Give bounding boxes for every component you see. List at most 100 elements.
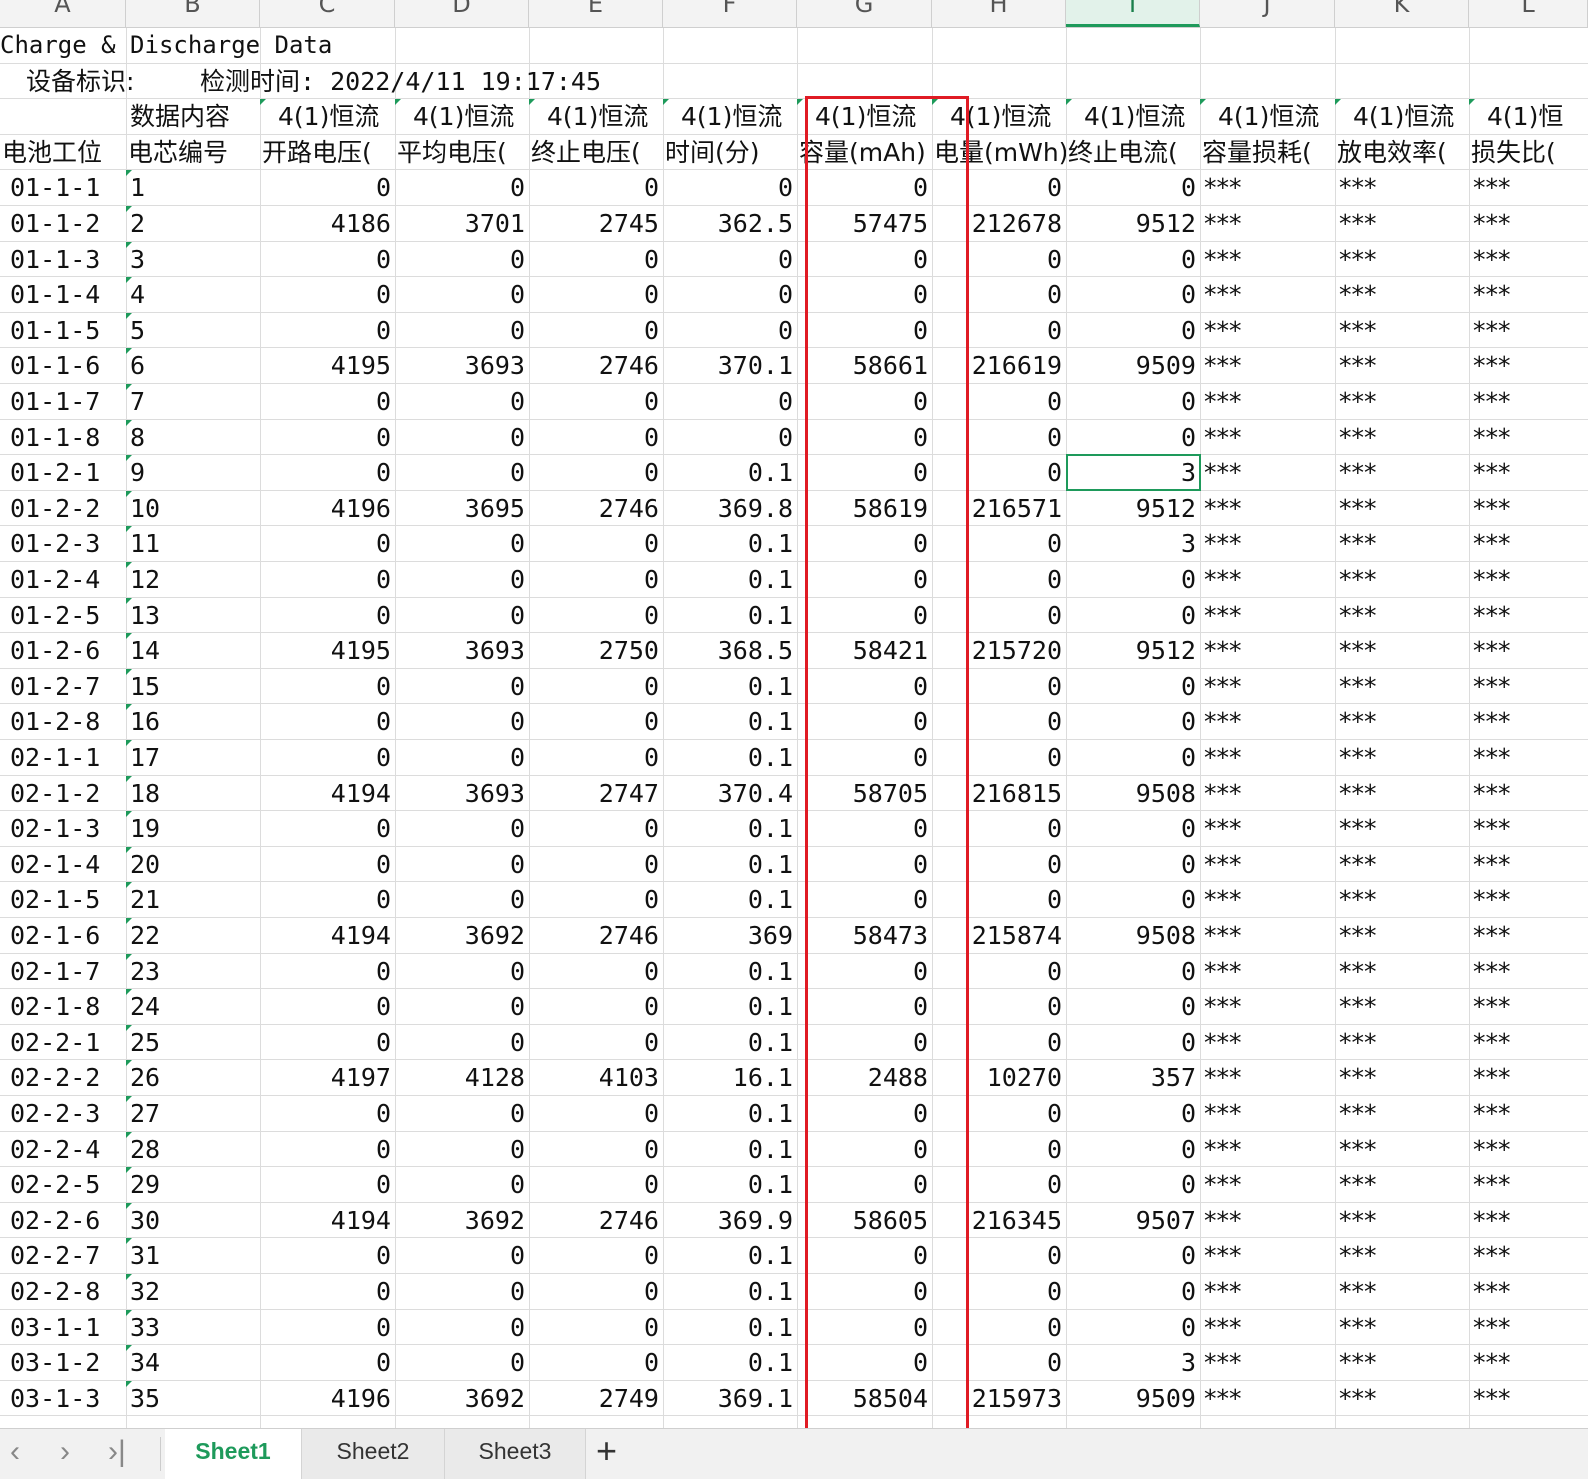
cell[interactable]: 2746 [529,491,663,527]
cell[interactable]: 4128 [395,1060,529,1096]
cell[interactable]: 26 [126,1060,260,1096]
cell[interactable]: 9509 [1066,348,1200,384]
cell[interactable]: 0 [395,989,529,1025]
cell[interactable]: *** [1335,562,1469,598]
cell[interactable]: 24 [126,989,260,1025]
cell[interactable]: *** [1469,882,1588,918]
cell[interactable]: *** [1469,420,1588,456]
cell[interactable]: 0.1 [663,1310,797,1346]
cell[interactable]: *** [1469,740,1588,776]
header1-cell[interactable]: 4(1)恒流 [1200,99,1335,135]
cell[interactable]: *** [1335,242,1469,278]
cell[interactable]: 31 [126,1238,260,1274]
cell[interactable]: 28 [126,1131,260,1168]
cell[interactable]: *** [1469,918,1588,954]
cell[interactable]: 0 [260,242,395,278]
cell[interactable]: *** [1200,740,1335,776]
cell[interactable]: 20 [126,846,260,883]
cell[interactable]: 0 [529,562,663,598]
cell[interactable]: 27 [126,1096,260,1132]
cell[interactable]: 01-1-1 [0,170,126,206]
cell[interactable]: 0 [395,1132,529,1168]
cell[interactable]: *** [1335,847,1469,883]
cell[interactable]: *** [1335,1132,1469,1168]
cell[interactable]: *** [1469,206,1588,242]
cell[interactable]: 0 [1066,562,1200,598]
cell[interactable]: *** [1200,776,1335,812]
cell[interactable]: *** [1469,633,1588,669]
cell[interactable]: 02-2-7 [0,1238,126,1274]
tab-sheet3[interactable]: Sheet3 [445,1429,586,1479]
cell[interactable]: 0 [260,704,395,740]
cell[interactable]: 0 [260,1238,395,1274]
cell[interactable]: 0 [529,526,663,562]
cell[interactable]: 01-1-4 [0,277,126,313]
cell[interactable]: 0 [1066,1238,1200,1274]
cell[interactable]: 01-2-3 [0,526,126,562]
cell[interactable]: 3693 [395,776,529,812]
column-header-a[interactable]: A [0,0,126,27]
cell[interactable]: *** [1200,1167,1335,1203]
cell[interactable]: 0 [395,847,529,883]
cell[interactable]: 19 [126,811,260,847]
cell[interactable]: 0.1 [663,1096,797,1132]
cell[interactable]: 02-1-5 [0,882,126,918]
cell[interactable]: 4196 [260,491,395,527]
cell[interactable]: 0 [1066,811,1200,847]
cell[interactable]: 0 [529,882,663,918]
cell[interactable]: 0 [260,954,395,990]
column-header-h[interactable]: H [932,0,1066,27]
cell[interactable]: *** [1469,1345,1588,1381]
cell[interactable]: *** [1469,1310,1588,1346]
cell[interactable]: 0 [529,313,663,349]
cell[interactable]: 2 [126,206,260,242]
cell[interactable]: *** [1335,491,1469,527]
column-header-k[interactable]: K [1335,0,1469,27]
cell[interactable]: 0.1 [663,989,797,1025]
cell[interactable]: 9 [126,455,260,491]
cell[interactable]: 01-1-6 [0,348,126,384]
cell[interactable]: *** [1469,704,1588,740]
cell[interactable]: 3693 [395,348,529,384]
cell[interactable]: 2747 [529,776,663,812]
cell[interactable]: *** [1200,1310,1335,1346]
cell[interactable]: 22 [126,918,260,954]
cell[interactable]: *** [1200,882,1335,918]
last-sheet-icon[interactable]: ›| [108,1435,126,1469]
cell[interactable]: 369.8 [663,491,797,527]
cell[interactable]: 3692 [395,1381,529,1417]
cell[interactable]: 0 [260,1274,395,1310]
cell[interactable]: 0 [1066,669,1200,705]
cell[interactable]: 0 [395,313,529,349]
cell[interactable]: *** [1200,1203,1335,1239]
cell[interactable]: *** [1335,277,1469,313]
header2-cell[interactable]: 开路电压( [260,135,395,171]
cell[interactable]: *** [1335,776,1469,812]
cell[interactable]: *** [1200,847,1335,883]
cell[interactable]: 02-2-5 [0,1167,126,1203]
cell[interactable]: 0.1 [663,882,797,918]
spreadsheet-grid[interactable]: ABCDEFGHIJKL Charge & Discharge Data 设备标识… [0,0,1588,1443]
cell[interactable]: 0 [1066,1310,1200,1346]
cell[interactable]: 368.5 [663,633,797,669]
cell[interactable]: 5 [126,312,260,349]
cell[interactable]: 0 [260,1096,395,1132]
cell[interactable]: 0 [529,420,663,456]
cell[interactable]: *** [1335,918,1469,954]
cell[interactable]: 0 [663,277,797,313]
cell[interactable]: *** [1200,1274,1335,1310]
cell[interactable]: *** [1200,811,1335,847]
column-header-c[interactable]: C [260,0,395,27]
cell[interactable]: *** [1469,384,1588,420]
cell[interactable]: 0 [1066,1167,1200,1203]
prev-sheet-icon[interactable]: ‹ [10,1435,20,1469]
column-header-f[interactable]: F [663,0,797,27]
cell[interactable]: 0 [529,1345,663,1381]
cell[interactable]: 0 [1066,420,1200,456]
cell[interactable]: 4103 [529,1060,663,1096]
cell[interactable]: 14 [126,633,260,669]
cell[interactable]: 0.1 [663,526,797,562]
cell[interactable]: *** [1335,989,1469,1025]
cell[interactable]: *** [1200,918,1335,954]
cell[interactable]: 0 [260,847,395,883]
